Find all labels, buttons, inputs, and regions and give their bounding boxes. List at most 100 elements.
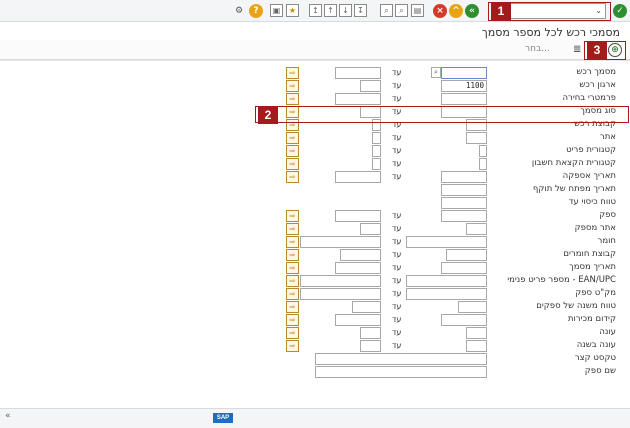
next-page-icon[interactable]: ↓: [339, 4, 352, 17]
field-label: ארגון רכש: [579, 80, 616, 90]
to-label: עד: [392, 94, 402, 103]
multiple-selection-icon[interactable]: ⇨: [286, 262, 299, 274]
from-input[interactable]: [446, 249, 487, 261]
variant-list-icon[interactable]: ≣: [573, 44, 581, 55]
to-input[interactable]: [335, 262, 381, 274]
to-input[interactable]: [340, 249, 381, 261]
multiple-selection-icon[interactable]: ⇨: [286, 236, 299, 248]
to-input[interactable]: [360, 327, 381, 339]
field-label: תאריך אספקה: [562, 171, 616, 181]
multiple-selection-icon[interactable]: ⇨: [286, 301, 299, 313]
from-input[interactable]: [441, 67, 487, 79]
from-input[interactable]: [315, 353, 487, 365]
multiple-selection-icon[interactable]: ⇨: [286, 132, 299, 144]
multiple-selection-icon[interactable]: ⇨: [286, 67, 299, 79]
field-label: קבוצת חומרים: [563, 249, 616, 259]
to-input[interactable]: [360, 80, 381, 92]
multiple-selection-icon[interactable]: ⇨: [286, 145, 299, 157]
from-input[interactable]: [466, 223, 487, 235]
multiple-selection-icon[interactable]: ⇨: [286, 80, 299, 92]
to-label: עד: [392, 68, 402, 77]
exit-icon[interactable]: ^: [449, 4, 463, 18]
annotation-box-2: [255, 106, 629, 123]
from-input[interactable]: [466, 132, 487, 144]
from-input[interactable]: [466, 327, 487, 339]
multiple-selection-icon[interactable]: ⇨: [286, 223, 299, 235]
field-label: פרמטרי בחירה: [562, 93, 616, 103]
to-label: עד: [392, 341, 402, 350]
from-input[interactable]: [466, 340, 487, 352]
multiple-selection-icon[interactable]: ⇨: [286, 93, 299, 105]
to-input[interactable]: [372, 132, 381, 144]
multiple-selection-icon[interactable]: ⇨: [286, 275, 299, 287]
cancel-icon[interactable]: ×: [433, 4, 447, 18]
from-input[interactable]: [406, 275, 487, 287]
from-input[interactable]: [441, 314, 487, 326]
multiple-selection-icon[interactable]: ⇨: [286, 210, 299, 222]
from-input[interactable]: [479, 145, 487, 157]
find-icon[interactable]: ⌕: [380, 4, 393, 17]
field-label: עונה: [599, 327, 616, 337]
to-input[interactable]: [372, 158, 381, 170]
to-label: עד: [392, 237, 402, 246]
from-input[interactable]: 1100: [441, 80, 487, 92]
field-label: תאריך מפתח של תוקף: [532, 184, 616, 194]
to-label: עד: [392, 81, 402, 90]
multiple-selection-icon[interactable]: ⇨: [286, 158, 299, 170]
to-input[interactable]: [335, 171, 381, 183]
divider: [0, 60, 630, 61]
sap-logo: SAP: [213, 413, 233, 423]
multiple-selection-icon[interactable]: ⇨: [286, 340, 299, 352]
multiple-selection-icon[interactable]: ⇨: [286, 249, 299, 261]
annotation-tag-2: 2: [258, 106, 278, 124]
new-session-icon[interactable]: ▣: [270, 4, 283, 17]
print-icon[interactable]: ▤: [411, 4, 424, 17]
to-label: עד: [392, 224, 402, 233]
to-input[interactable]: [300, 275, 381, 287]
from-input[interactable]: [441, 93, 487, 105]
prev-page-icon[interactable]: ↑: [324, 4, 337, 17]
back-icon[interactable]: «: [465, 4, 479, 18]
from-input[interactable]: [406, 288, 487, 300]
settings-icon[interactable]: ⚙: [232, 4, 246, 18]
to-input[interactable]: [335, 210, 381, 222]
to-input[interactable]: [300, 288, 381, 300]
field-label: ספק: [599, 210, 616, 220]
multiple-selection-icon[interactable]: ⇨: [286, 327, 299, 339]
check-icon[interactable]: ✓: [613, 4, 627, 18]
to-label: עד: [392, 263, 402, 272]
from-input[interactable]: [315, 366, 487, 378]
from-input[interactable]: [441, 184, 487, 196]
to-input[interactable]: [335, 93, 381, 105]
annotation-tag-3: 3: [587, 41, 607, 59]
help-icon[interactable]: ?: [249, 4, 263, 18]
to-label: עד: [392, 328, 402, 337]
to-input[interactable]: [300, 236, 381, 248]
status-bar: [0, 408, 630, 428]
find-next-icon[interactable]: ⌕: [395, 4, 408, 17]
field-label: קידום מכירות: [567, 314, 616, 324]
status-expand-icon[interactable]: «: [5, 411, 11, 421]
from-input[interactable]: [441, 197, 487, 209]
from-input[interactable]: [441, 210, 487, 222]
from-input[interactable]: [441, 262, 487, 274]
to-label: עד: [392, 211, 402, 220]
from-input[interactable]: [479, 158, 487, 170]
to-input[interactable]: [360, 340, 381, 352]
to-input[interactable]: [360, 223, 381, 235]
to-input[interactable]: [352, 301, 381, 313]
last-page-icon[interactable]: ↧: [354, 4, 367, 17]
multiple-selection-icon[interactable]: ⇨: [286, 314, 299, 326]
multiple-selection-icon[interactable]: ⇨: [286, 171, 299, 183]
first-page-icon[interactable]: ↥: [309, 4, 322, 17]
from-input[interactable]: [458, 301, 487, 313]
to-input[interactable]: [335, 314, 381, 326]
search-help-icon[interactable]: ⌕: [431, 67, 441, 78]
from-input[interactable]: [406, 236, 487, 248]
to-input[interactable]: [335, 67, 381, 79]
multiple-selection-icon[interactable]: ⇨: [286, 288, 299, 300]
shortcut-icon[interactable]: ★: [286, 4, 299, 17]
to-input[interactable]: [372, 145, 381, 157]
from-input[interactable]: [441, 171, 487, 183]
choose-button[interactable]: בחר...: [525, 44, 550, 54]
